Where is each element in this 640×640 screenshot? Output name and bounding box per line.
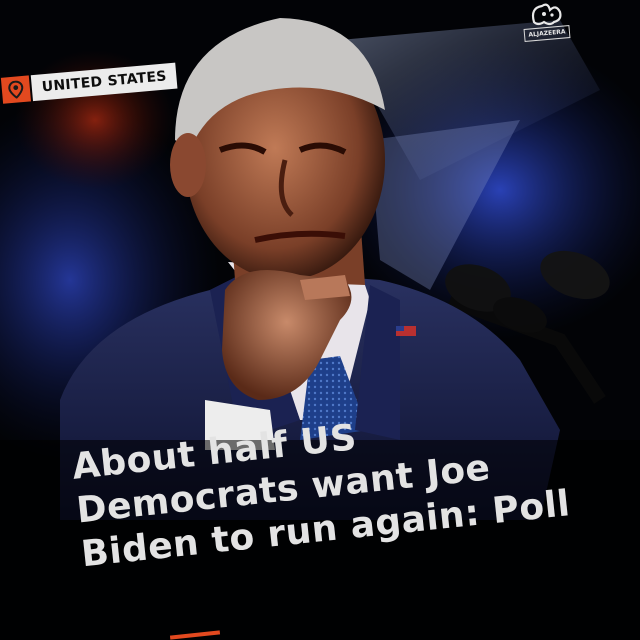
location-pin-icon xyxy=(0,75,32,104)
post-canvas: UNITED STATES ALJAZEERA About half US De… xyxy=(0,0,640,640)
